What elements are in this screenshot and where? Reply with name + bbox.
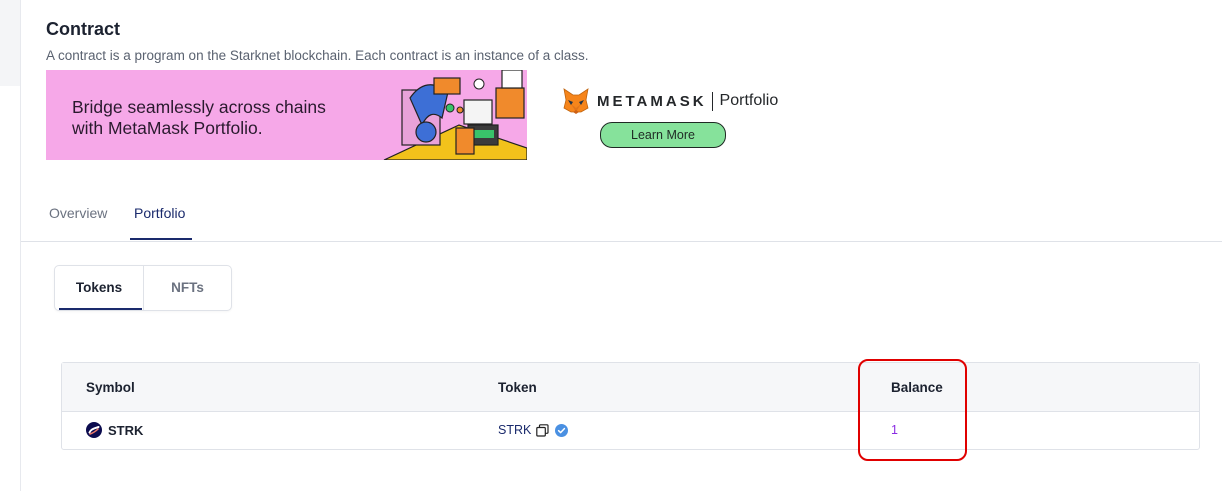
column-header-token: Token [498, 380, 537, 395]
strk-logo-icon [86, 422, 102, 438]
token-cell: STRK [498, 423, 569, 437]
copy-icon[interactable] [536, 423, 549, 437]
asset-type-toggle: Tokens NFTs [54, 265, 232, 311]
page-title: Contract [46, 19, 121, 39]
metamask-wordmark: METAMASK [597, 92, 707, 110]
brand-divider [711, 91, 713, 111]
column-header-symbol: Symbol [86, 380, 135, 395]
contract-card: Contract A contract is a program on the … [20, 0, 1222, 491]
page-subtitle: A contract is a program on the Starknet … [46, 48, 589, 63]
table-row: STRK STRK 1 [62, 412, 1199, 449]
active-segment-indicator [59, 308, 142, 310]
ad-headline-line1: Bridge seamlessly across chains [72, 97, 326, 117]
annotation-highlight [858, 359, 967, 461]
metamask-brand: METAMASK Portfolio [561, 86, 778, 116]
ad-headline: Bridge seamlessly across chains with Met… [72, 97, 326, 139]
segment-tokens[interactable]: Tokens [55, 266, 144, 310]
ad-illustration-icon [364, 70, 527, 160]
ad-headline-line2: with MetaMask Portfolio. [72, 118, 263, 138]
metamask-fox-icon [563, 88, 589, 114]
symbol-text: STRK [108, 422, 144, 438]
learn-more-button[interactable]: Learn More [600, 122, 726, 148]
table-header: Symbol Token Balance [62, 363, 1199, 412]
verified-badge-icon [555, 423, 569, 437]
tab-portfolio[interactable]: Portfolio [134, 205, 185, 221]
symbol-cell: STRK [86, 422, 143, 438]
segment-nfts[interactable]: NFTs [144, 266, 231, 310]
sidebar-edge [0, 0, 20, 86]
tab-overview[interactable]: Overview [49, 205, 107, 221]
contract-tabs: Overview Portfolio [21, 195, 1222, 242]
metamask-portfolio-label: Portfolio [719, 92, 779, 109]
tokens-table: Symbol Token Balance STRK STRK 1 [61, 362, 1200, 450]
ad-banner[interactable]: Bridge seamlessly across chains with Met… [46, 70, 527, 160]
active-tab-indicator [130, 238, 192, 240]
token-link[interactable]: STRK [498, 423, 531, 437]
